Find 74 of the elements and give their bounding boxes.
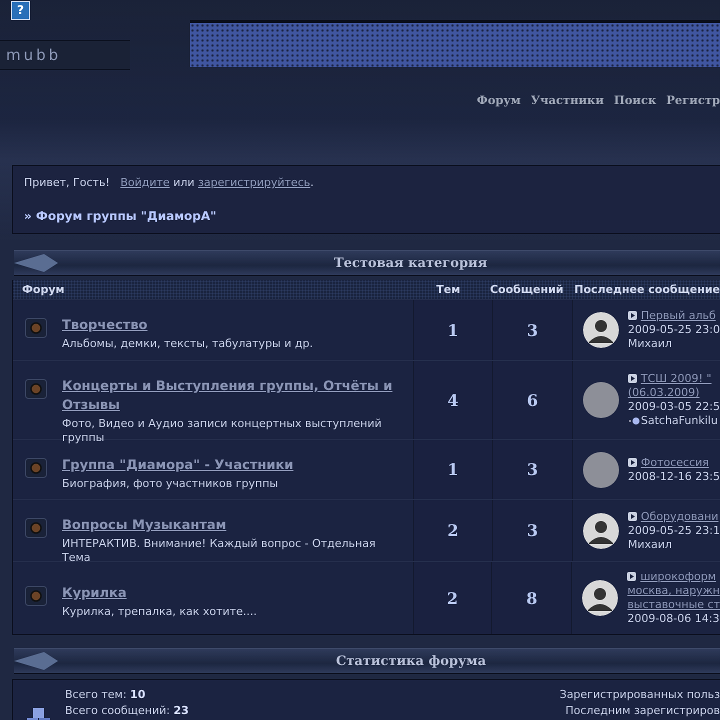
arrow-icon — [627, 572, 636, 581]
stats-title: Статистика форума — [336, 654, 486, 668]
forum-description: ИНТЕРАКТИВ. Внимание! Каждый вопрос - Отдельная Тема — [62, 537, 377, 565]
forum-status-icon — [25, 318, 47, 338]
spike-icon — [14, 252, 58, 274]
nav-link[interactable]: Поиск — [614, 93, 656, 107]
post-count: 3 — [526, 320, 538, 340]
stat-text: Всего тем: 10 — [65, 688, 146, 702]
nav-link[interactable]: Участники — [530, 93, 604, 107]
forum-description: Альбомы, демки, тексты, табулатуры и др. — [62, 337, 314, 351]
column-header: Форум — [21, 283, 66, 296]
author-name: Михаил — [628, 337, 672, 351]
post-count: 8 — [526, 588, 538, 608]
forum-status-icon — [25, 518, 47, 538]
spike-icon — [14, 650, 58, 672]
register-link[interactable]: зарегистрируйтесь — [198, 176, 310, 189]
column-header: Сообщений — [488, 283, 564, 296]
stat-text: Всего сообщений: 23 — [65, 704, 189, 718]
last-post-link[interactable]: ТСШ 2009! " — [640, 372, 712, 386]
forum-description: Курилка, трепалка, как хотите.... — [62, 605, 258, 619]
arrow-icon — [628, 374, 637, 383]
avatar-silhouette-icon — [582, 312, 619, 348]
topic-count: 2 — [447, 521, 458, 540]
login-link[interactable]: Войдите — [120, 176, 170, 189]
nav-link[interactable]: Форум — [476, 93, 521, 107]
post-date: 2009-08-06 14:3 — [627, 612, 720, 626]
forum-title-link[interactable]: Курилка — [62, 584, 402, 603]
forum-title-link[interactable]: Творчество — [62, 316, 402, 335]
post-count: 3 — [526, 460, 538, 479]
avatar-photo-placeholder — [582, 452, 619, 488]
post-count: 3 — [526, 521, 538, 540]
category-title: Тестовая категория — [334, 256, 488, 270]
topic-count: 1 — [447, 320, 458, 340]
stat-text: Зарегистрированных польз — [560, 688, 720, 702]
stat-text: Последним зарегистриров — [565, 704, 720, 718]
avatar-silhouette-icon — [582, 580, 618, 616]
topic-count: 4 — [447, 390, 458, 410]
post-date: 2009-03-05 22:5 — [628, 400, 720, 414]
forum-description: Биография, фото участников группы — [62, 477, 280, 491]
last-post-link[interactable]: Первый альб — [640, 309, 716, 323]
forum-status-icon — [25, 458, 47, 478]
welcome-text: Привет, Гость! Войдите или зарегистрируйтесь. — [24, 176, 315, 189]
last-post-link[interactable]: Фотосессия — [640, 456, 709, 470]
topic-count: 1 — [447, 460, 458, 479]
topic-count: 2 — [446, 588, 458, 608]
arrow-icon — [628, 458, 637, 466]
forum-title-link[interactable]: Вопросы Музыкантам — [62, 516, 402, 535]
avatar-silhouette-icon — [582, 512, 619, 548]
post-date: 2009-05-25 23:0 — [628, 323, 720, 337]
last-post-link[interactable]: москва, наружн — [627, 584, 720, 598]
column-header: Последнее сообщение — [573, 283, 720, 296]
post-date: 2008-12-16 23:5 — [628, 470, 720, 484]
avatar-photo-placeholder — [582, 382, 619, 418]
online-dot-icon — [628, 417, 640, 425]
column-header: Тем — [435, 283, 462, 296]
last-post-link[interactable]: Оборудовани — [640, 510, 718, 524]
arrow-icon — [628, 512, 637, 520]
forum-title-link[interactable]: Концерты и Выступления группы, Отчёты и Отзывы — [62, 377, 402, 415]
help-button[interactable]: ? — [11, 1, 30, 20]
forum-status-icon — [25, 379, 47, 399]
last-post-link[interactable]: выставочные ст — [627, 598, 720, 612]
author-name: Михаил — [628, 538, 672, 552]
forum-status-icon — [25, 586, 47, 606]
post-count: 6 — [526, 390, 538, 410]
last-post-link[interactable]: (06.03.2009) — [628, 386, 712, 400]
breadcrumb-link[interactable]: » Форум группы "ДиаморА" — [24, 209, 720, 223]
author-name: SatchaFunkilu — [640, 414, 718, 428]
logo-text: mubb — [5, 46, 62, 64]
forum-description: Фото, Видео и Аудио записи концертных выступлений группы — [62, 417, 383, 445]
forum-title-link[interactable]: Группа "Диамора" - Участники — [62, 456, 402, 475]
nav-link[interactable]: Регистр — [666, 93, 720, 107]
post-date: 2009-05-25 23:1 — [628, 524, 720, 538]
arrow-icon — [628, 311, 637, 320]
last-post-link[interactable]: широкоформ — [640, 570, 720, 584]
